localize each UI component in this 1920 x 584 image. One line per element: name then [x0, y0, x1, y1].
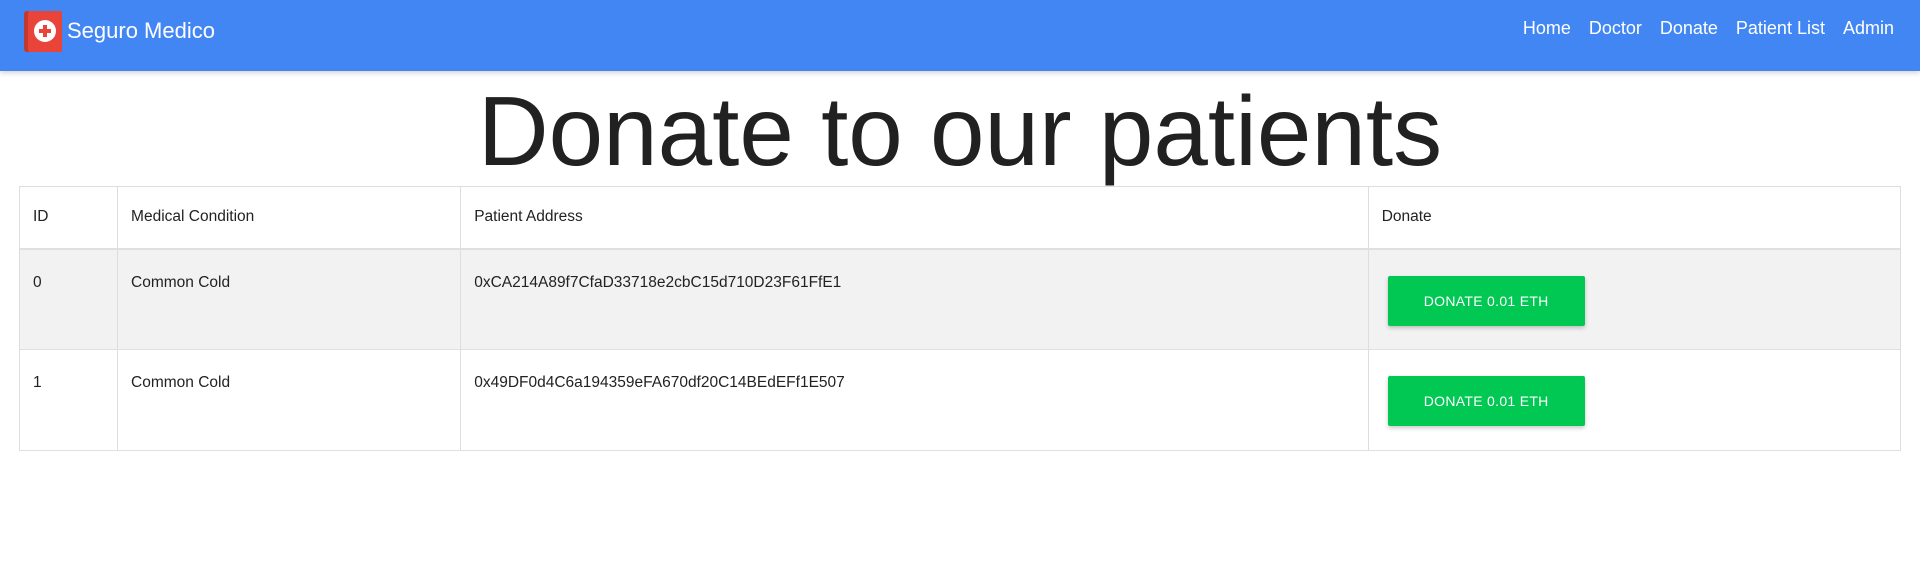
nav-link-home[interactable]: Home	[1523, 18, 1571, 38]
column-header-address: Patient Address	[460, 186, 1369, 249]
patient-id: 1	[18, 349, 119, 451]
donate-button[interactable]: DONATE 0.01 ETH	[1387, 376, 1585, 426]
donate-cell: DONATE 0.01 ETH	[1367, 349, 1902, 451]
patients-table: ID Medical Condition Patient Address Don…	[18, 186, 1902, 451]
medical-condition: Common Cold	[117, 349, 462, 451]
table-row: 0 Common Cold 0xCA214A89f7CfaD33718e2cbC…	[18, 248, 1902, 350]
page-title: Donate to our patients	[477, 76, 1443, 186]
medical-condition: Common Cold	[117, 248, 462, 350]
donate-cell: DONATE 0.01 ETH	[1367, 248, 1902, 350]
brand-link[interactable]: Seguro Medico	[24, 10, 215, 52]
donate-button[interactable]: DONATE 0.01 ETH	[1387, 275, 1585, 326]
patient-address: 0xCA214A89f7CfaD33718e2cbC15d710D23F61Ff…	[460, 248, 1369, 350]
column-header-donate: Donate	[1367, 186, 1902, 249]
navbar: Seguro Medico Home Doctor Donate Patient…	[0, 0, 1920, 71]
nav-link-admin[interactable]: Admin	[1843, 18, 1894, 38]
nav-link-doctor[interactable]: Doctor	[1589, 18, 1642, 38]
table-row: 1 Common Cold 0x49DF0d4C6a194359eFA670df…	[18, 349, 1902, 451]
column-header-condition: Medical Condition	[117, 186, 462, 249]
nav-links: Home Doctor Donate Patient List Admin	[1505, 0, 1894, 56]
column-header-id: ID	[18, 186, 119, 249]
table-header-row: ID Medical Condition Patient Address Don…	[18, 186, 1902, 249]
nav-link-patient-list[interactable]: Patient List	[1736, 18, 1825, 38]
medical-cross-icon	[24, 10, 62, 52]
patient-address: 0x49DF0d4C6a194359eFA670df20C14BEdEFf1E5…	[460, 349, 1369, 451]
patient-id: 0	[18, 248, 119, 350]
nav-link-donate[interactable]: Donate	[1660, 18, 1718, 38]
brand-name: Seguro Medico	[67, 18, 215, 43]
